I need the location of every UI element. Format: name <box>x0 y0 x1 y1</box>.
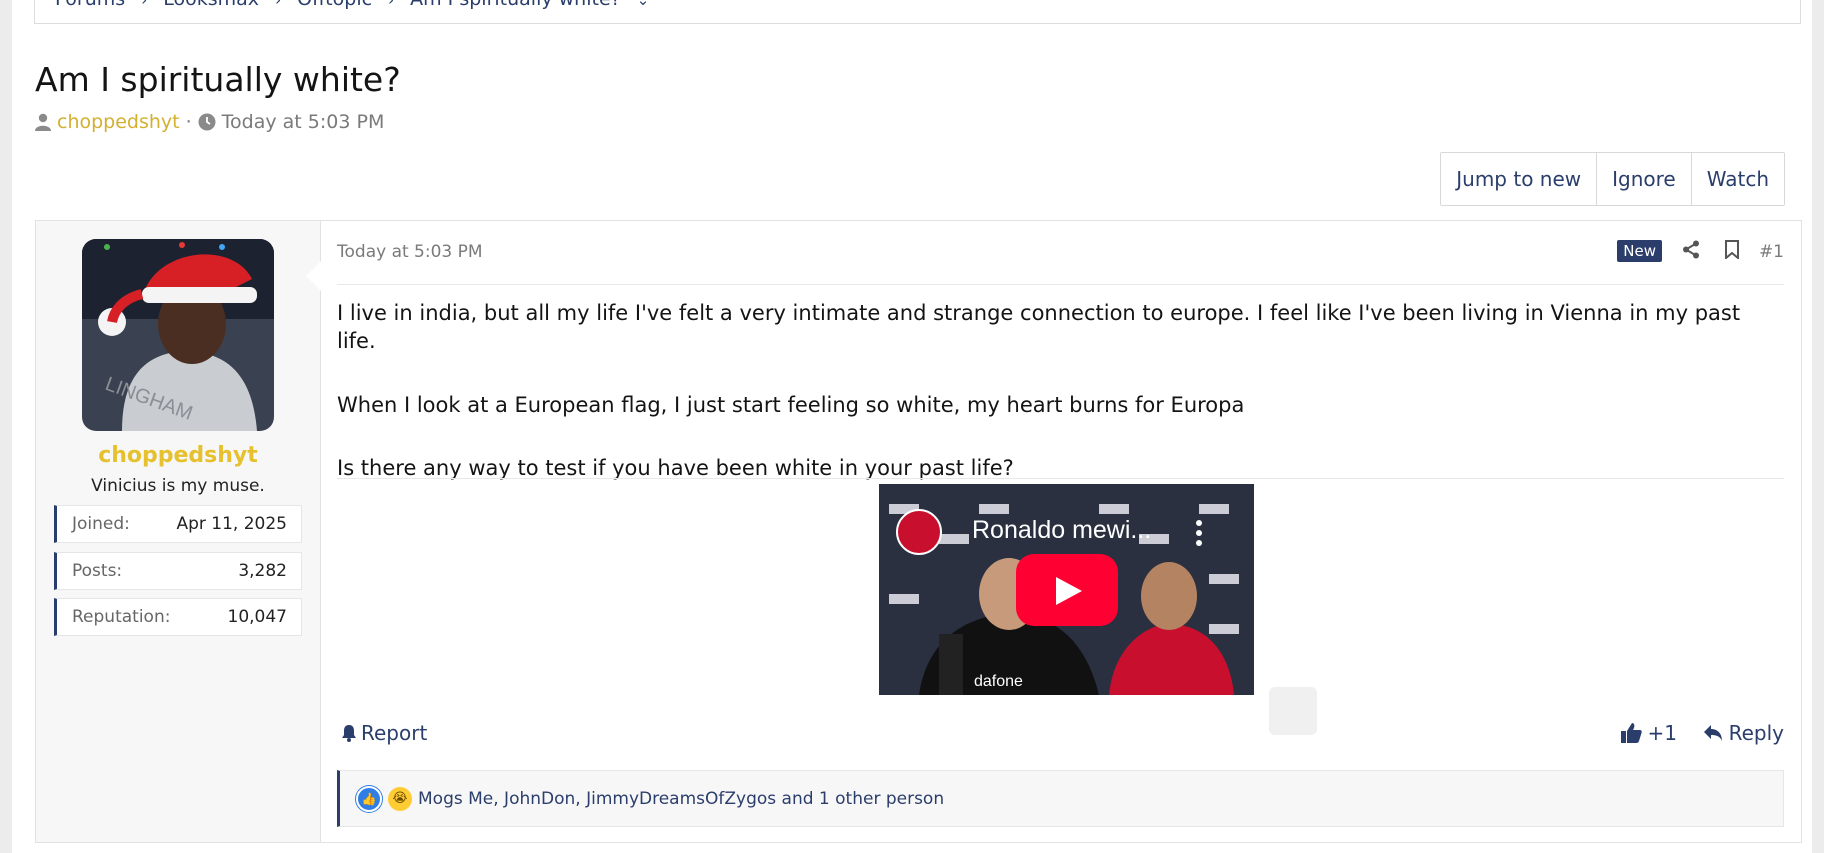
post-paragraph: I live in india, but all my life I've fe… <box>337 301 1741 354</box>
video-title[interactable]: Ronaldo mewi... <box>972 516 1151 545</box>
page: Forums › Looksmax › Offtopic › Am I spir… <box>12 0 1812 853</box>
cry-reaction-icon: 😭 <box>388 786 412 811</box>
clock-icon <box>198 113 216 131</box>
breadcrumb: Forums › Looksmax › Offtopic › Am I spir… <box>34 0 1801 24</box>
page-title: Am I spiritually white? <box>35 60 401 99</box>
bookmark-icon[interactable] <box>1724 240 1740 259</box>
divider <box>337 478 1784 479</box>
jump-to-new-button[interactable]: Jump to new <box>1441 153 1597 205</box>
stat-value: 10,047 <box>227 607 287 627</box>
stat-label: Joined: <box>72 514 130 534</box>
bell-icon <box>342 725 356 742</box>
thread-date[interactable]: Today at 5:03 PM <box>222 111 385 133</box>
breadcrumb-separator-icon: › <box>275 0 282 9</box>
ignore-button[interactable]: Ignore <box>1596 153 1691 205</box>
reply-icon <box>1703 725 1722 741</box>
post-footer: Report +1 Reply <box>337 721 1784 757</box>
share-icon[interactable] <box>1682 240 1700 259</box>
reply-button[interactable]: Reply <box>1703 721 1784 745</box>
post-date[interactable]: Today at 5:03 PM <box>337 242 483 262</box>
breadcrumb-item[interactable]: Looksmax <box>163 0 259 10</box>
stat-value: Apr 11, 2025 <box>176 514 287 534</box>
more-icon[interactable] <box>1195 520 1203 546</box>
like-button[interactable]: +1 <box>1620 721 1677 745</box>
reply-label: Reply <box>1728 721 1784 745</box>
breadcrumb-separator-icon: › <box>388 0 395 9</box>
stat-posts: Posts: 3,282 <box>54 552 302 590</box>
breadcrumb-separator-icon: › <box>141 0 148 9</box>
watch-button[interactable]: Watch <box>1690 153 1784 205</box>
avatar[interactable]: LINGHAM <box>82 239 274 431</box>
breadcrumb-item[interactable]: Forums <box>55 0 125 10</box>
post-main: Today at 5:03 PM New #1 I live in india,… <box>321 221 1801 842</box>
user-icon <box>35 113 51 131</box>
post-paragraph: When I look at a European flag, I just s… <box>337 392 1245 417</box>
new-badge: New <box>1617 240 1662 262</box>
breadcrumb-item[interactable]: Am I spiritually white? <box>410 0 621 10</box>
report-label: Report <box>361 721 428 745</box>
post-header: Today at 5:03 PM New #1 <box>337 221 1784 285</box>
thread-actions: Jump to new Ignore Watch <box>1440 152 1785 206</box>
avatar-image: LINGHAM <box>82 239 274 431</box>
report-button[interactable]: Report <box>341 721 427 745</box>
stat-value: 3,282 <box>238 561 287 581</box>
breadcrumb-item[interactable]: Offtopic <box>297 0 372 10</box>
thumbs-up-icon <box>1620 723 1642 743</box>
thread-meta: choppedshyt · Today at 5:03 PM <box>35 111 384 133</box>
play-icon[interactable] <box>1016 554 1118 626</box>
stat-joined: Joined: Apr 11, 2025 <box>54 505 302 543</box>
like-count: +1 <box>1647 721 1677 745</box>
user-title: Vinicius is my muse. <box>91 476 265 496</box>
stat-label: Posts: <box>72 561 123 581</box>
video-embed[interactable]: dafone Ronaldo mewi... <box>879 484 1254 695</box>
video-sponsor-text: dafone <box>974 673 1023 690</box>
post: LINGHAM choppedshyt Vinicius is my muse.… <box>35 220 1802 843</box>
thread-author-link[interactable]: choppedshyt <box>57 111 180 133</box>
username[interactable]: choppedshyt <box>36 443 320 468</box>
reactions-list[interactable]: Mogs Me, JohnDon, JimmyDreamsOfZygos and… <box>418 789 944 809</box>
like-reaction-icon: 👍 <box>356 785 382 812</box>
meta-separator: · <box>185 111 192 133</box>
stat-reputation: Reputation: 10,047 <box>54 598 302 636</box>
user-arrow <box>306 261 321 291</box>
chevron-down-icon[interactable]: ⌄ <box>637 0 650 9</box>
reactions-bar[interactable]: 👍 😭 Mogs Me, JohnDon, JimmyDreamsOfZygos… <box>337 770 1784 827</box>
post-number[interactable]: #1 <box>1759 242 1784 262</box>
user-sidebar: LINGHAM choppedshyt Vinicius is my muse.… <box>36 221 321 842</box>
stat-label: Reputation: <box>72 607 171 627</box>
